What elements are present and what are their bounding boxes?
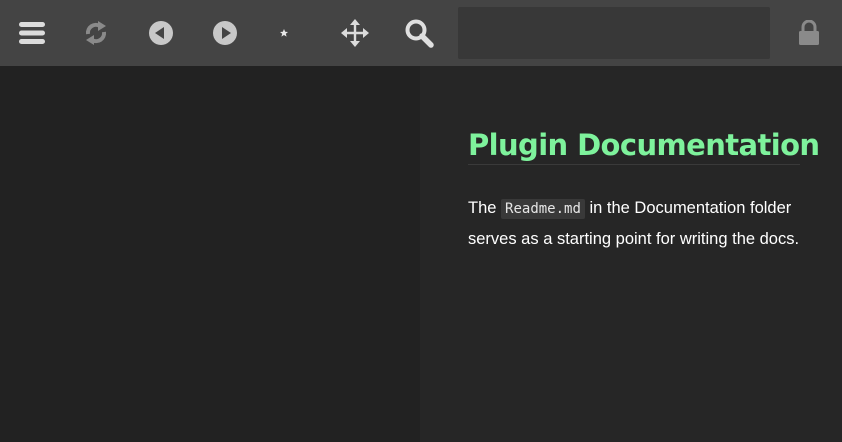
forward-icon — [213, 21, 237, 45]
forward-button[interactable] — [201, 9, 249, 57]
search-icon — [405, 19, 434, 48]
preview-pane — [420, 66, 842, 442]
doc-title: Plugin Documentation — [468, 128, 820, 165]
editor-pane[interactable] — [0, 66, 420, 442]
theme-icon — [280, 22, 302, 44]
move-icon — [341, 19, 369, 47]
lock-icon — [799, 20, 819, 45]
back-button[interactable] — [137, 9, 185, 57]
search-button[interactable] — [395, 9, 443, 57]
doc-paragraph: The Readme.md in the Documentation folde… — [468, 193, 808, 254]
sync-icon — [85, 21, 107, 45]
sync-button[interactable] — [72, 9, 120, 57]
move-button[interactable] — [331, 9, 379, 57]
search-input[interactable] — [458, 7, 770, 59]
menu-icon — [19, 22, 45, 44]
toolbar — [0, 0, 842, 66]
theme-toggle-button[interactable] — [266, 9, 314, 57]
menu-button[interactable] — [8, 9, 56, 57]
lock-button[interactable] — [785, 9, 833, 57]
inline-code: Readme.md — [501, 199, 585, 219]
back-icon — [149, 21, 173, 45]
doc-paragraph-text-before: The — [468, 199, 502, 217]
